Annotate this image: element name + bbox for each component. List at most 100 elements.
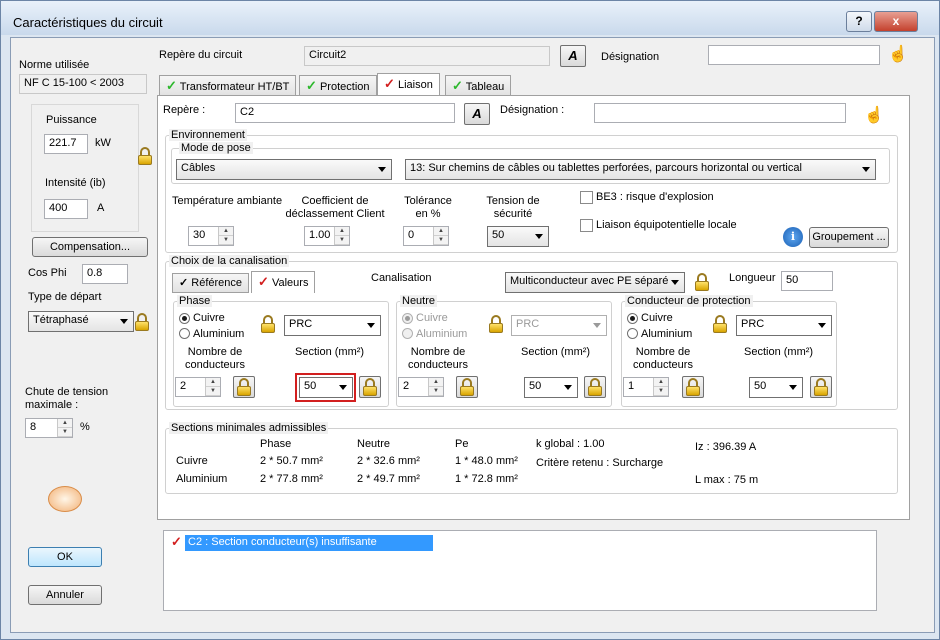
canalisation-select[interactable]: Multiconducteur avec PE séparé: [505, 272, 685, 293]
phase-nb-lock-icon[interactable]: [233, 376, 255, 398]
tension-select[interactable]: 50: [487, 226, 549, 247]
equipotential-checkbox[interactable]: [580, 219, 593, 232]
edit-pen-icon[interactable]: A: [464, 103, 490, 125]
phase-lock-icon[interactable]: [259, 314, 277, 334]
pe-section-value: 50: [754, 380, 767, 392]
pe-section-select[interactable]: 50: [749, 377, 803, 398]
canalisation-label: Canalisation: [371, 272, 432, 284]
be3-label: BE3 : risque d'explosion: [596, 191, 714, 203]
compensation-button[interactable]: Compensation...: [32, 237, 148, 257]
groupement-button[interactable]: Groupement ...: [809, 227, 889, 248]
pe-legend: Conducteur de protection: [625, 295, 753, 307]
phase-nb-spinner[interactable]: ▲ ▼: [205, 378, 220, 396]
pe-alu-radio[interactable]: [627, 328, 638, 339]
mode-detail-select[interactable]: 13: Sur chemins de câbles ou tablettes p…: [405, 159, 876, 180]
phase-nb-field[interactable]: 2 ▲ ▼: [175, 377, 221, 397]
tab-valeurs[interactable]: ✓ Valeurs: [251, 271, 316, 293]
phase-cuivre-radio[interactable]: [179, 313, 190, 324]
neutre-alu-radio[interactable]: [402, 328, 413, 339]
tab-reference[interactable]: ✓ Référence: [172, 273, 250, 293]
pe-nb-spinner[interactable]: ▲ ▼: [653, 378, 668, 396]
be3-checkbox[interactable]: [580, 191, 593, 204]
coef-spinner[interactable]: ▲ ▼: [334, 227, 349, 245]
hand-icon[interactable]: ☝: [864, 105, 888, 127]
tab-label: Protection: [319, 81, 370, 93]
phase-legend: Phase: [177, 295, 213, 307]
phase-section-label: Section (mm²): [295, 346, 365, 358]
neutre-nb-spinner[interactable]: ▲ ▼: [428, 378, 443, 396]
pe-section-lock-icon[interactable]: [810, 376, 832, 398]
neutre-section-select[interactable]: 50: [524, 377, 578, 398]
tab-protection[interactable]: ✓ Protection: [299, 75, 377, 95]
current-field[interactable]: 400: [44, 199, 88, 219]
neutre-nb-value: 2: [403, 380, 410, 392]
power-field[interactable]: 221.7: [44, 134, 88, 154]
phase-section-lock-icon[interactable]: [359, 376, 381, 398]
neutre-nb-lock-icon[interactable]: [456, 376, 478, 398]
neutre-lock-icon[interactable]: [487, 314, 505, 334]
phase-alu-radio[interactable]: [179, 328, 190, 339]
phase-iso-select[interactable]: PRC: [284, 315, 381, 336]
power-lock-icon[interactable]: [136, 146, 154, 166]
repere-field[interactable]: C2: [235, 103, 455, 123]
edit-pen-icon[interactable]: A: [560, 45, 586, 67]
cosphi-field[interactable]: 0.8: [82, 264, 128, 284]
longueur-label: Longueur: [729, 272, 776, 284]
depart-select[interactable]: Tétraphasé: [28, 311, 134, 332]
phase-iso-value: PRC: [289, 318, 313, 330]
pe-nb-label: Nombre de conducteurs: [633, 346, 693, 371]
mode-legend: Mode de pose: [179, 142, 253, 154]
tab-liaison[interactable]: ✓ Liaison: [377, 73, 440, 95]
pe-cuivre-radio[interactable]: [627, 313, 638, 324]
critere-text: Critère retenu : Surcharge: [536, 457, 664, 469]
circuit-designation-field[interactable]: [708, 45, 880, 65]
coef-field[interactable]: 1.00 ▲ ▼: [304, 226, 350, 246]
phase-alu-label: Aluminium: [193, 328, 245, 340]
phase-section-value: 50: [304, 380, 317, 392]
ok-button[interactable]: OK: [28, 547, 102, 567]
depart-lock-icon[interactable]: [133, 312, 151, 332]
col-pe: Pe: [455, 438, 469, 450]
neutre-iso-select[interactable]: PRC: [511, 315, 607, 336]
pe-lock-icon[interactable]: [711, 314, 729, 334]
canalisation-lock-icon[interactable]: [693, 272, 711, 292]
phase-cuivre-label: Cuivre: [193, 312, 225, 324]
chevron-down-icon: [339, 385, 347, 390]
message-item[interactable]: ✓ C2 : Section conducteur(s) insuffisant…: [171, 534, 433, 551]
circuit-repere-field[interactable]: Circuit2: [304, 46, 550, 66]
canalisation-legend: Choix de la canalisation: [169, 255, 290, 267]
pe-iso-select[interactable]: PRC: [736, 315, 832, 336]
lmax-text: L max : 75 m: [695, 474, 759, 486]
tab-transformateur[interactable]: ✓ Transformateur HT/BT: [159, 75, 297, 95]
sections-legend: Sections minimales admissibles: [169, 422, 329, 434]
pe-nb-lock-icon[interactable]: [682, 376, 704, 398]
mode-select[interactable]: Câbles: [176, 159, 392, 180]
tab-tableau[interactable]: ✓ Tableau: [445, 75, 512, 95]
neutre-iso-value: PRC: [516, 318, 540, 330]
close-button[interactable]: x: [874, 11, 918, 32]
temperature-field[interactable]: 30 ▲ ▼: [188, 226, 234, 246]
chevron-down-icon: [789, 385, 797, 390]
hand-icon[interactable]: ☝: [888, 44, 912, 66]
neutre-cuivre-radio[interactable]: [402, 313, 413, 324]
check-icon: ✓: [166, 78, 177, 93]
chevron-down-icon: [862, 167, 870, 172]
help-button[interactable]: ?: [846, 11, 872, 32]
tolerance-field[interactable]: 0 ▲ ▼: [403, 226, 449, 246]
longueur-field[interactable]: 50: [781, 271, 833, 291]
chute-spinner[interactable]: ▲ ▼: [57, 419, 72, 437]
cancel-button[interactable]: Annuler: [28, 585, 102, 605]
tolerance-spinner[interactable]: ▲ ▼: [433, 227, 448, 245]
chute-field[interactable]: 8 ▲ ▼: [25, 418, 73, 438]
designation-field[interactable]: [594, 103, 846, 123]
neutre-nb-field[interactable]: 2 ▲ ▼: [398, 377, 444, 397]
neutre-section-lock-icon[interactable]: [584, 376, 606, 398]
pe-nb-field[interactable]: 1 ▲ ▼: [623, 377, 669, 397]
depart-label: Type de départ: [28, 291, 102, 303]
neutre-legend: Neutre: [400, 295, 438, 307]
temperature-spinner[interactable]: ▲ ▼: [218, 227, 233, 245]
al-pe: 1 * 72.8 mm²: [455, 473, 518, 485]
phase-section-select[interactable]: 50: [299, 377, 353, 398]
kglobal-text: k global : 1.00: [536, 438, 605, 450]
info-icon[interactable]: i: [783, 227, 803, 247]
